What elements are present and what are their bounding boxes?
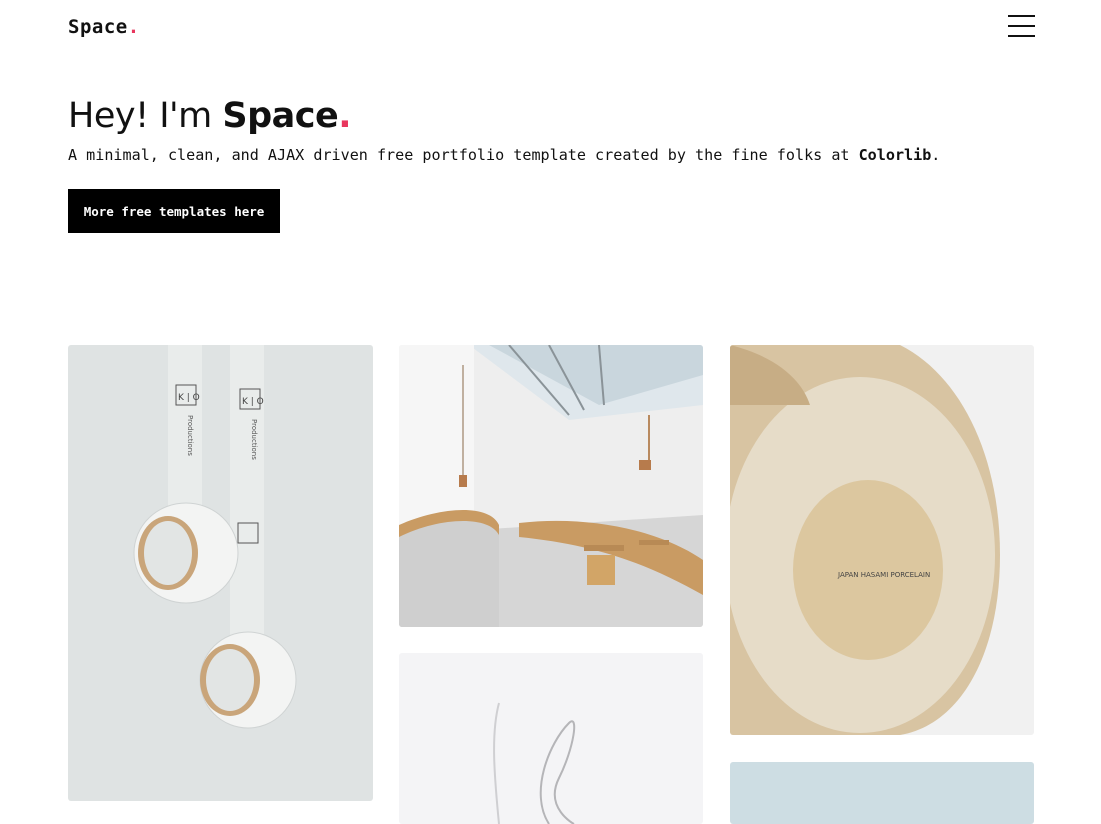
logo-text: Space <box>68 16 128 38</box>
ceramic-cup-photo: JAPAN HASAMI PORCELAIN <box>730 345 1034 735</box>
hero-greeting: Hey! I'm <box>68 96 223 136</box>
hero-name: Space <box>222 96 339 136</box>
portfolio-item-sculpture[interactable] <box>399 653 703 824</box>
tape-print-text-2: Productions <box>250 419 258 460</box>
tape-logo-text-1: K | O <box>178 393 200 403</box>
logo-dot: . <box>127 16 140 38</box>
portfolio-item-blue[interactable] <box>730 762 1034 824</box>
hero-dot: . <box>338 96 352 136</box>
ceramic-stamp-text: JAPAN HASAMI PORCELAIN <box>837 571 930 579</box>
tape-print-text-1: Productions <box>186 415 194 456</box>
hero-subtitle: A minimal, clean, and AJAX driven free p… <box>68 146 940 164</box>
hero-subtitle-text: A minimal, clean, and AJAX driven free p… <box>68 146 859 164</box>
packing-tape-rolls-photo: K | O Productions K | O Productions <box>68 345 373 801</box>
wire-sculpture-photo <box>399 653 703 824</box>
site-logo[interactable]: Space. <box>68 16 140 38</box>
hero-subtitle-period: . <box>931 146 941 164</box>
hamburger-menu-icon[interactable] <box>1008 14 1035 38</box>
tape-logo-text-2: K | O <box>242 397 264 407</box>
colorlib-link[interactable]: Colorlib <box>859 146 932 164</box>
hero-title: Hey! I'm Space. <box>68 96 352 136</box>
cafe-interior-photo <box>399 345 703 627</box>
more-templates-button[interactable]: More free templates here <box>68 189 280 233</box>
portfolio-item-tape[interactable]: K | O Productions K | O Productions <box>68 345 373 801</box>
portfolio-item-ceramic[interactable]: JAPAN HASAMI PORCELAIN <box>730 345 1034 735</box>
portfolio-item-cafe[interactable] <box>399 345 703 627</box>
pale-blue-photo <box>730 762 1034 824</box>
